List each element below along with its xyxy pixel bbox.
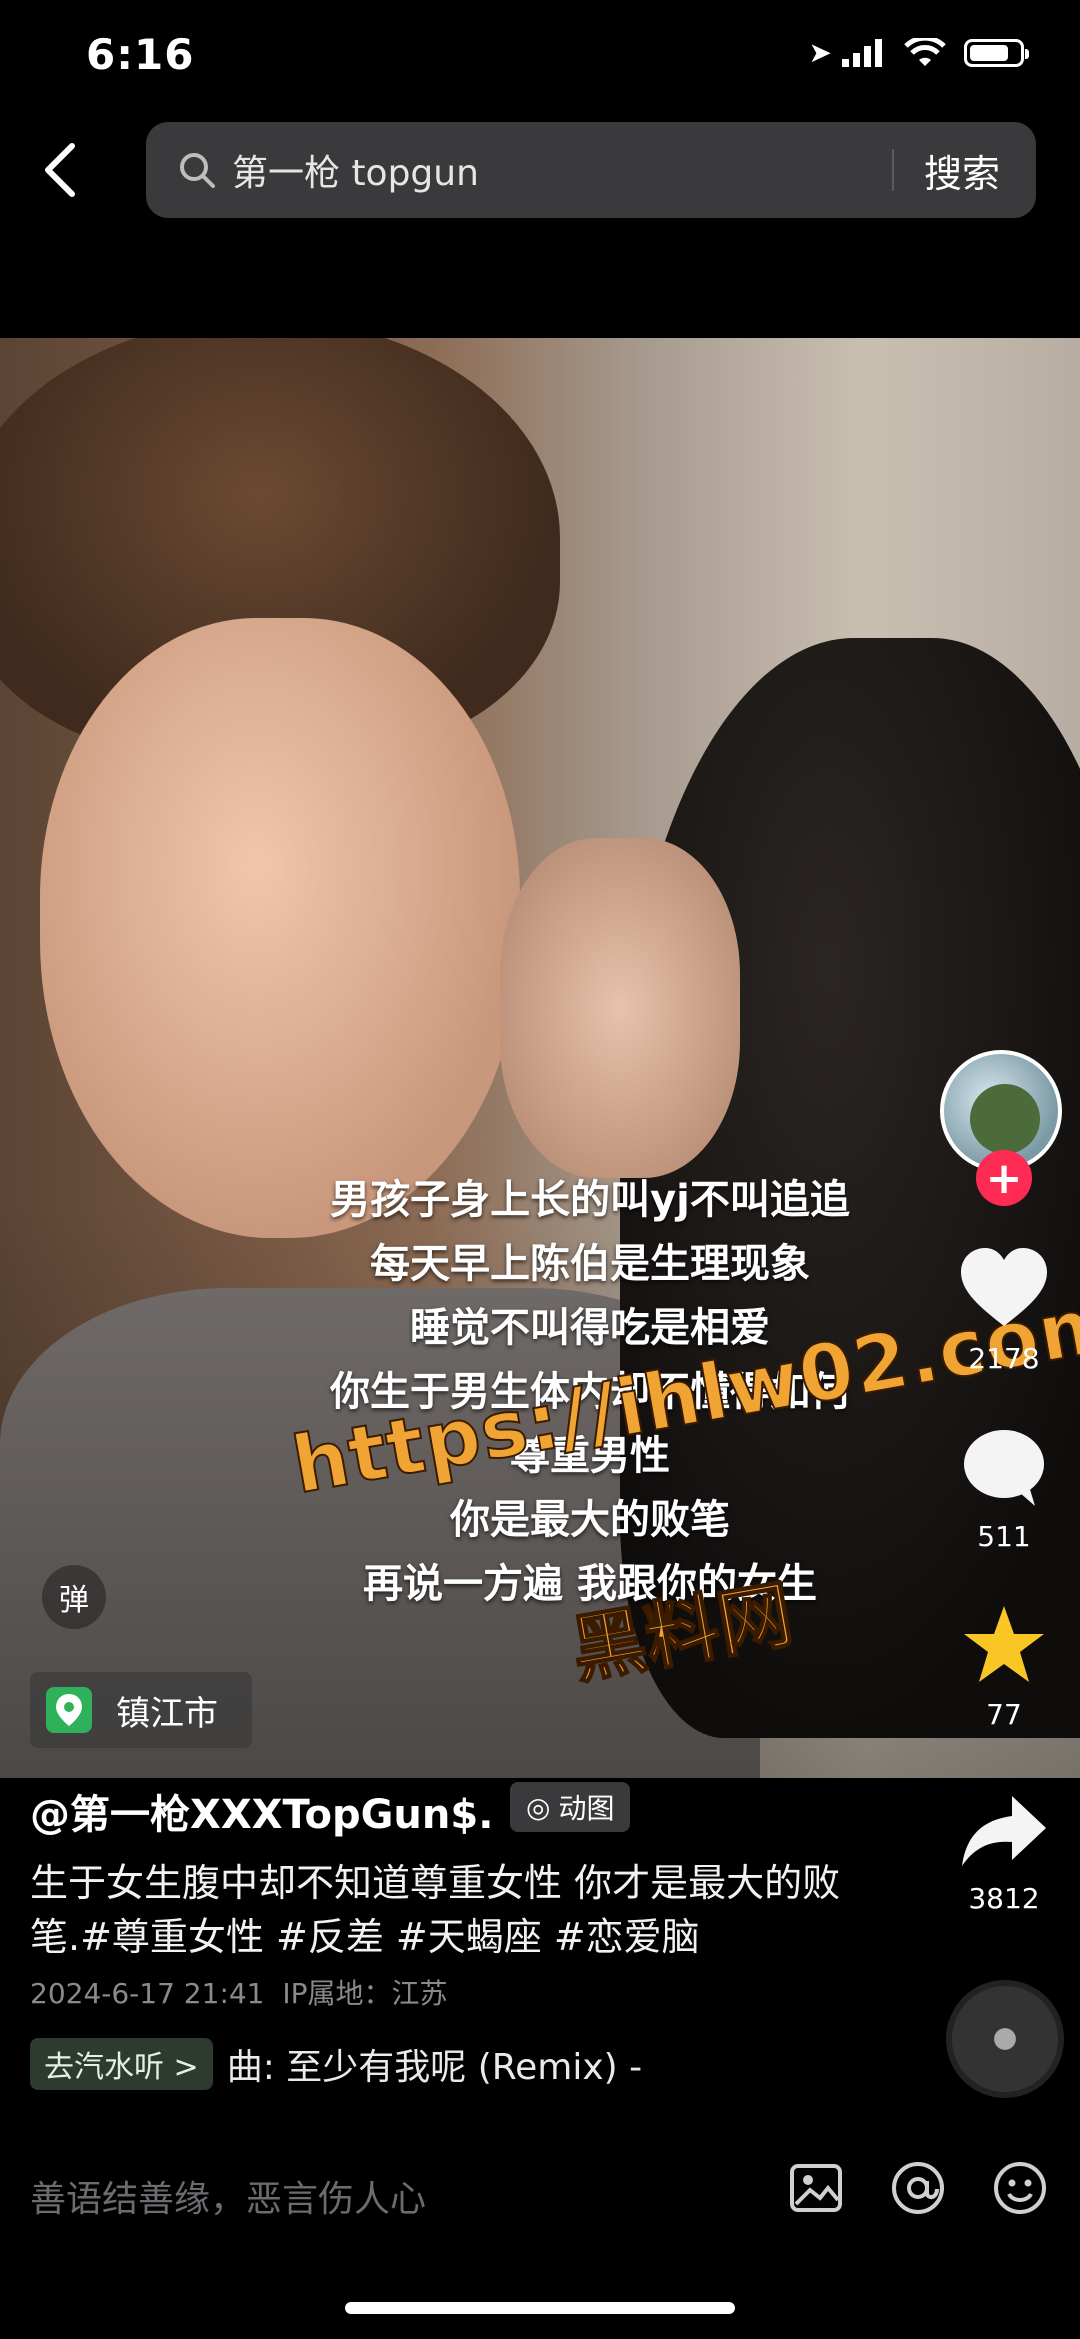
lyric-line: 每天早上陈伯是生理现象 (370, 1241, 810, 1287)
share-count: 3812 (968, 1882, 1040, 1915)
location-arrow-icon: ➤ (808, 36, 832, 69)
post-meta: 2024-6-17 21:41 IP属地：江苏 (30, 1972, 447, 2012)
music-title: 曲: 至少有我呢 (Remix) - (226, 2047, 643, 2088)
location-label: 镇江市 (116, 1693, 218, 1734)
gif-tag-label: 动图 (558, 1792, 615, 1825)
favorite-button[interactable]: 77 (934, 1604, 1074, 1731)
author-name[interactable]: @第一枪XXXTopGun$. (30, 1782, 493, 1840)
status-time: 6:16 (86, 30, 195, 79)
post-ip-location: IP属地：江苏 (282, 1977, 448, 2010)
comment-input[interactable]: 善语结善缘，恶言伤人心 (30, 2170, 426, 2222)
post-date: 2024-6-17 21:41 (30, 1977, 265, 2010)
status-icons: ➤ (808, 36, 1029, 69)
danmaku-toggle-button[interactable]: 弹 (42, 1565, 106, 1629)
search-input[interactable]: 第一枪 topgun (232, 144, 892, 196)
post-description: 生于女生腹中却不知道尊重女性 你才是最大的败笔.#尊重女性 #反差 #天蝎座 #… (30, 1861, 841, 1959)
battery-icon (964, 38, 1029, 67)
search-bar[interactable]: 第一枪 topgun 搜索 (146, 122, 1036, 218)
heart-icon (961, 1248, 1047, 1326)
mention-icon[interactable] (888, 2158, 948, 2218)
image-icon[interactable] (786, 2158, 846, 2218)
avatar-image (970, 1084, 1040, 1154)
signal-icon (842, 38, 882, 67)
like-button[interactable]: 2178 (934, 1248, 1074, 1375)
location-pin-icon (46, 1687, 92, 1733)
chevron-left-icon (45, 143, 75, 197)
video-figure-face (40, 618, 520, 1238)
comment-actions (786, 2158, 1050, 2218)
back-button[interactable] (30, 140, 90, 200)
search-button[interactable]: 搜索 (894, 143, 1036, 198)
video-figure-face-2 (500, 838, 740, 1178)
share-arrow-icon (962, 1796, 1046, 1866)
location-tag[interactable]: 镇江市 (30, 1672, 252, 1748)
gif-icon: ◎ (526, 1790, 551, 1824)
share-button[interactable]: 3812 (934, 1796, 1074, 1915)
music-row[interactable]: 去汽水听 > 曲: 至少有我呢 (Remix) - (30, 2038, 642, 2090)
battery-fill (970, 44, 1009, 61)
comment-count: 511 (977, 1520, 1031, 1553)
star-icon (964, 1606, 1044, 1682)
wifi-icon (904, 37, 946, 66)
like-count: 2178 (968, 1342, 1040, 1375)
home-indicator (345, 2302, 735, 2314)
search-icon (180, 153, 215, 188)
gif-tag[interactable]: ◎ 动图 (510, 1782, 631, 1832)
follow-button[interactable]: + (976, 1150, 1032, 1206)
video-player[interactable]: 男孩子身上长的叫yj不叫追追 每天早上陈伯是生理现象 睡觉不叫得吃是相爱 你生于… (0, 338, 1080, 1778)
comment-button[interactable]: 511 (934, 1428, 1074, 1553)
open-qishui-button[interactable]: 去汽水听 > (30, 2038, 213, 2090)
emoji-icon[interactable] (990, 2158, 1050, 2218)
comment-bubble-icon (964, 1430, 1044, 1506)
lyric-line: 男孩子身上长的叫yj不叫追追 (330, 1177, 850, 1223)
music-disc-avatar[interactable] (946, 1980, 1064, 2098)
favorite-count: 77 (986, 1698, 1022, 1731)
